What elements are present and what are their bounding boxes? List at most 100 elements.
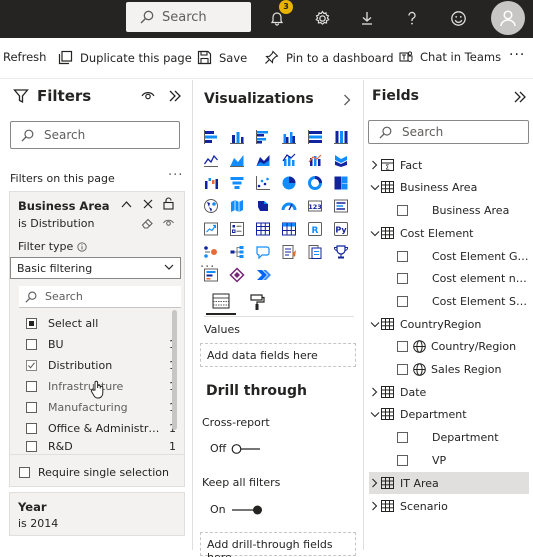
filter-values-search[interactable]: Search xyxy=(19,286,181,308)
stacked-bar-icon[interactable] xyxy=(198,125,224,148)
cross-report-toggle[interactable]: Off xyxy=(210,442,261,455)
treemap-icon[interactable] xyxy=(328,171,354,194)
field-table-countryregion[interactable]: CountryRegion xyxy=(369,313,529,335)
area-chart-icon[interactable] xyxy=(224,148,250,171)
power-automate-icon[interactable] xyxy=(250,263,276,286)
drill-through-drop-well[interactable]: Add drill-through fields here xyxy=(200,532,356,557)
keep-all-filters-toggle[interactable]: On xyxy=(210,503,263,516)
100-stacked-bar-icon[interactable] xyxy=(302,125,328,148)
tab-build-visual[interactable] xyxy=(206,289,236,315)
checkbox[interactable] xyxy=(26,380,37,392)
checkbox[interactable] xyxy=(19,466,30,478)
eye-icon[interactable] xyxy=(162,218,175,228)
waterfall-icon[interactable] xyxy=(198,171,224,194)
chevron-down-icon[interactable] xyxy=(369,230,380,237)
field-business-area[interactable]: Business Area xyxy=(369,199,529,221)
matrix-icon[interactable] xyxy=(276,217,302,240)
chevron-right-icon[interactable] xyxy=(343,94,351,106)
filter-option-manufacturing[interactable]: Manufacturing 1 xyxy=(26,397,176,417)
collapse-pane-icon[interactable] xyxy=(513,90,527,104)
paginated-report-icon[interactable] xyxy=(302,240,328,263)
field-table-business-area[interactable]: Business Area xyxy=(369,176,529,198)
field-country-region[interactable]: Country/Region xyxy=(369,335,529,357)
gauge-icon[interactable] xyxy=(276,194,302,217)
field-table-scenario[interactable]: Scenario xyxy=(369,495,529,517)
pie-chart-icon[interactable] xyxy=(276,171,302,194)
line-clustered-column-icon[interactable] xyxy=(276,148,302,171)
filters-search-input[interactable]: Search xyxy=(10,121,180,149)
pin-dashboard-button[interactable]: Pin to a dashboard xyxy=(264,50,394,65)
field-table-it-area[interactable]: IT Area xyxy=(369,472,529,494)
chevron-right-icon[interactable] xyxy=(369,478,380,488)
filled-map-icon[interactable] xyxy=(224,194,250,217)
chevron-right-icon[interactable] xyxy=(369,160,380,170)
table-icon[interactable] xyxy=(250,217,276,240)
checkbox-partial[interactable] xyxy=(26,317,37,329)
global-search-box[interactable]: Search xyxy=(126,2,251,32)
checkbox[interactable] xyxy=(397,272,408,284)
line-stacked-column-icon[interactable] xyxy=(302,148,328,171)
avatar[interactable] xyxy=(491,1,525,35)
help-icon[interactable] xyxy=(400,6,424,30)
100-stacked-column-icon[interactable] xyxy=(328,125,354,148)
field-vp[interactable]: VP xyxy=(369,449,529,471)
require-single-selection-option[interactable]: Require single selection xyxy=(19,462,179,482)
shape-map-icon[interactable] xyxy=(250,194,276,217)
field-table-fact[interactable]: Σ Fact xyxy=(369,154,529,176)
save-button[interactable]: Save xyxy=(197,50,247,65)
filter-option-office-administration[interactable]: Office & Administrat... 1 xyxy=(26,418,176,438)
filter-option-bu[interactable]: BU 1 xyxy=(26,334,176,354)
qa-icon[interactable] xyxy=(250,240,276,263)
decomposition-tree-icon[interactable] xyxy=(224,240,250,263)
tab-format-visual[interactable] xyxy=(242,289,272,315)
fields-search-input[interactable]: Search xyxy=(368,120,529,144)
field-sales-region[interactable]: Sales Region xyxy=(369,358,529,380)
python-icon[interactable]: Py xyxy=(328,217,354,240)
lock-icon[interactable] xyxy=(163,197,174,210)
field-cost-element-su[interactable]: Cost Element Su... xyxy=(369,290,529,312)
field-cost-element-gr[interactable]: Cost Element Gr... xyxy=(369,245,529,267)
clustered-bar-icon[interactable] xyxy=(250,125,276,148)
power-apps-icon[interactable] xyxy=(224,263,250,286)
chevron-down-icon[interactable] xyxy=(369,411,380,418)
stacked-column-icon[interactable] xyxy=(224,125,250,148)
checkbox[interactable] xyxy=(397,204,408,216)
line-chart-icon[interactable] xyxy=(198,148,224,171)
checkbox[interactable] xyxy=(397,250,408,262)
kpi-icon[interactable] xyxy=(198,217,224,240)
field-table-department[interactable]: Department xyxy=(369,403,529,425)
get-more-visuals-button[interactable]: ··· xyxy=(200,260,215,275)
filter-option-rd[interactable]: R&D 1 xyxy=(26,437,176,455)
download-icon[interactable] xyxy=(355,6,379,30)
checkbox[interactable] xyxy=(397,454,408,466)
r-script-icon[interactable]: R xyxy=(302,217,328,240)
checkbox[interactable] xyxy=(397,363,408,375)
slicer-icon[interactable] xyxy=(224,217,250,240)
filter-option-select-all[interactable]: Select all xyxy=(26,313,176,333)
donut-chart-icon[interactable] xyxy=(302,171,328,194)
eye-icon[interactable] xyxy=(141,90,155,102)
checkbox[interactable] xyxy=(26,422,37,434)
filter-option-distribution[interactable]: Distribution 1 xyxy=(26,355,176,375)
more-options-button[interactable]: ··· xyxy=(509,47,525,63)
narrative-icon[interactable] xyxy=(276,240,302,263)
checkbox[interactable] xyxy=(397,340,408,352)
year-filter-card[interactable]: Year is 2014 xyxy=(9,492,185,536)
filters-more-button[interactable]: ··· xyxy=(168,168,183,183)
close-icon[interactable] xyxy=(143,199,153,209)
values-drop-well[interactable]: Add data fields here xyxy=(200,343,356,367)
multi-row-card-icon[interactable] xyxy=(328,194,354,217)
filter-type-dropdown[interactable]: Basic filtering xyxy=(10,257,181,279)
funnel-chart-icon[interactable] xyxy=(224,171,250,194)
chevron-down-icon[interactable] xyxy=(369,321,380,328)
checkbox[interactable] xyxy=(26,401,37,413)
checkbox-checked[interactable] xyxy=(26,359,37,371)
checkbox[interactable] xyxy=(26,338,37,350)
smiley-icon[interactable] xyxy=(446,6,470,30)
gear-icon[interactable] xyxy=(310,6,334,30)
chevron-up-icon[interactable] xyxy=(121,200,132,208)
collapse-pane-icon[interactable] xyxy=(168,89,182,103)
card-icon[interactable]: 123 xyxy=(302,194,328,217)
scatter-chart-icon[interactable] xyxy=(250,171,276,194)
ribbon-chart-icon[interactable] xyxy=(328,148,354,171)
